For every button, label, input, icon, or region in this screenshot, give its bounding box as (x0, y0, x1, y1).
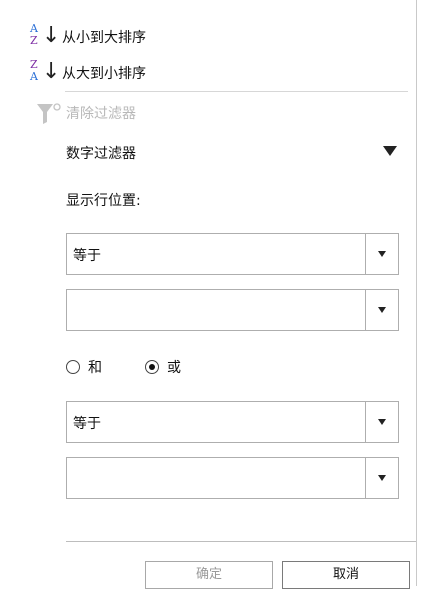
condition2-value-dropdown-button[interactable] (365, 458, 398, 498)
condition2-operator-dropdown-button[interactable] (365, 402, 398, 442)
condition1-operator-dropdown-button[interactable] (365, 234, 398, 274)
sort-descending-icon: Z A ↓ (22, 58, 60, 88)
collapse-arrow-icon[interactable] (383, 146, 397, 156)
number-filter-title: 数字过滤器 (66, 146, 136, 162)
sort-descending-label: 从大到小排序 (62, 66, 146, 82)
condition2-operator-value: 等于 (73, 416, 101, 432)
chevron-down-icon (378, 419, 386, 425)
footer-divider (66, 541, 416, 542)
and-radio[interactable] (66, 360, 80, 374)
filter-clear-icon (36, 102, 62, 126)
filter-panel: A Z ↓ 从小到大排序 Z A ↓ 从大到小排序 清除过滤器 数字过滤器 显示… (0, 0, 417, 586)
down-arrow-icon: ↓ (42, 59, 61, 84)
clear-filter-item[interactable]: 清除过滤器 (60, 98, 136, 128)
chevron-down-icon (378, 251, 386, 257)
sort-ascending-label: 从小到大排序 (62, 30, 146, 46)
down-arrow-icon: ↓ (42, 23, 61, 48)
logic-radio-group: 和 或 (66, 357, 224, 377)
cancel-button[interactable]: 取消 (282, 561, 410, 589)
sort-asc-letter-bottom: Z (30, 34, 38, 47)
condition1-operator-value: 等于 (73, 248, 101, 264)
and-radio-label: 和 (88, 360, 102, 376)
sort-desc-letter-bottom: A (30, 70, 38, 83)
condition1-value-dropdown-button[interactable] (365, 290, 398, 330)
clear-filter-label: 清除过滤器 (66, 106, 136, 122)
condition2-operator-select[interactable]: 等于 (66, 401, 399, 443)
or-radio[interactable] (145, 360, 159, 374)
condition1-operator-select[interactable]: 等于 (66, 233, 399, 275)
sort-ascending-item[interactable]: A Z ↓ 从小到大排序 (22, 22, 146, 52)
show-rows-label: 显示行位置: (66, 193, 141, 209)
condition1-value-combo[interactable] (66, 289, 399, 331)
sort-descending-item[interactable]: Z A ↓ 从大到小排序 (22, 58, 146, 88)
ok-button[interactable]: 确定 (145, 561, 273, 589)
condition2-value-combo[interactable] (66, 457, 399, 499)
menu-separator (65, 91, 408, 92)
chevron-down-icon (378, 307, 386, 313)
sort-ascending-icon: A Z ↓ (22, 22, 60, 52)
or-radio-label: 或 (167, 360, 181, 376)
chevron-down-icon (378, 475, 386, 481)
